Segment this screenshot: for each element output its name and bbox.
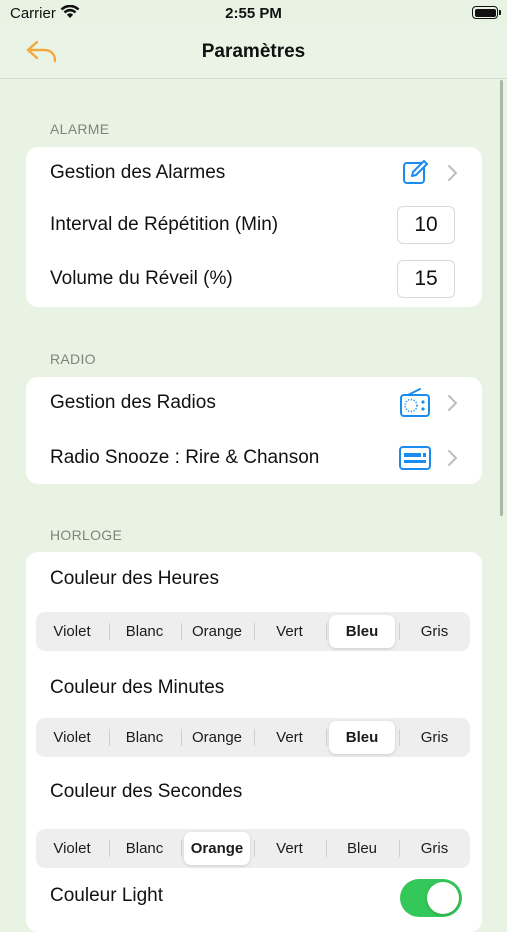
segment-gris[interactable]: Gris [402, 721, 468, 754]
radio-card: Gestion des Radios Radio Snooze : Rire &… [26, 377, 482, 484]
segment-violet[interactable]: Violet [39, 721, 105, 754]
segment-divider [253, 623, 255, 640]
segment-blanc[interactable]: Blanc [112, 615, 178, 648]
battery-icon [472, 6, 501, 19]
segment-divider [326, 623, 327, 640]
light-color-toggle[interactable] [400, 879, 462, 917]
radio-icon [400, 388, 430, 417]
segment-violet[interactable]: Violet [39, 832, 105, 865]
segment-orange[interactable]: Orange [184, 832, 250, 865]
minutes-color-picker: Violet Blanc Orange Vert Bleu Gris [36, 718, 470, 757]
scrollbar[interactable] [500, 80, 503, 516]
seconds-color-picker: Violet Blanc Orange Vert Bleu Gris [36, 829, 470, 868]
segment-divider [253, 729, 255, 746]
segment-vert[interactable]: Vert [257, 721, 323, 754]
segment-divider [181, 840, 182, 857]
hours-color-label: Couleur des Heures [50, 568, 219, 589]
hours-color-picker: Violet Blanc Orange Vert Bleu Gris [36, 612, 470, 651]
chevron-right-icon [448, 395, 458, 411]
segment-divider [108, 623, 110, 640]
radio-snooze-label: Radio Snooze : Rire & Chanson [50, 447, 320, 468]
segment-orange[interactable]: Orange [184, 615, 250, 648]
segment-gris[interactable]: Gris [402, 615, 468, 648]
segment-blanc[interactable]: Blanc [112, 721, 178, 754]
status-time: 2:55 PM [225, 5, 282, 22]
section-header-horloge: HORLOGE [50, 527, 123, 543]
section-header-alarme: ALARME [50, 121, 110, 137]
manage-radios-label: Gestion des Radios [50, 392, 216, 413]
segment-divider [108, 729, 110, 746]
horloge-card: Couleur des Heures Violet Blanc Orange Vert… [26, 552, 482, 932]
navigation-bar: Paramètres [0, 26, 507, 79]
manage-alarms-row[interactable]: Gestion des Alarmes [26, 147, 482, 199]
segment-divider [398, 840, 400, 857]
snooze-interval-field[interactable]: 10 [397, 206, 455, 244]
segment-vert[interactable]: Vert [257, 832, 323, 865]
segment-divider [398, 623, 400, 640]
seconds-color-label: Couleur des Secondes [50, 781, 243, 802]
light-color-label: Couleur Light [50, 885, 164, 906]
snooze-interval-row: Interval de Répétition (Min) 10 [26, 199, 482, 251]
edit-icon [403, 160, 428, 184]
segment-bleu[interactable]: Bleu [329, 721, 395, 754]
segment-divider [181, 623, 182, 640]
manage-alarms-label: Gestion des Alarmes [50, 162, 226, 183]
segment-violet[interactable]: Violet [39, 615, 105, 648]
minutes-color-label: Couleur des Minutes [50, 677, 225, 698]
segment-divider [326, 840, 327, 857]
segment-divider [253, 840, 255, 857]
segment-divider [108, 840, 110, 857]
alarm-volume-field[interactable]: 15 [397, 260, 455, 298]
snooze-interval-label: Interval de Répétition (Min) [50, 214, 279, 235]
chevron-right-icon [448, 165, 458, 181]
segment-gris[interactable]: Gris [402, 832, 468, 865]
page-title: Paramètres [201, 41, 306, 62]
section-header-radio: RADIO [50, 351, 96, 367]
segment-divider [181, 729, 182, 746]
alarm-volume-row: Volume du Réveil (%) 15 [26, 253, 482, 305]
segment-vert[interactable]: Vert [257, 615, 323, 648]
radio-list-icon [399, 446, 431, 470]
segment-divider [398, 729, 400, 746]
chevron-right-icon [448, 450, 458, 466]
radio-snooze-row[interactable]: Radio Snooze : Rire & Chanson [26, 432, 482, 484]
alarme-card: Gestion des Alarmes Interval de Répétiti… [26, 147, 482, 307]
segment-divider [326, 729, 327, 746]
status-bar: Carrier 2:55 PM [0, 0, 507, 26]
segment-orange[interactable]: Orange [184, 721, 250, 754]
segment-bleu[interactable]: Bleu [329, 832, 395, 865]
alarm-volume-label: Volume du Réveil (%) [50, 268, 233, 289]
segment-blanc[interactable]: Blanc [112, 832, 178, 865]
segment-bleu[interactable]: Bleu [329, 615, 395, 648]
manage-radios-row[interactable]: Gestion des Radios [26, 377, 482, 429]
